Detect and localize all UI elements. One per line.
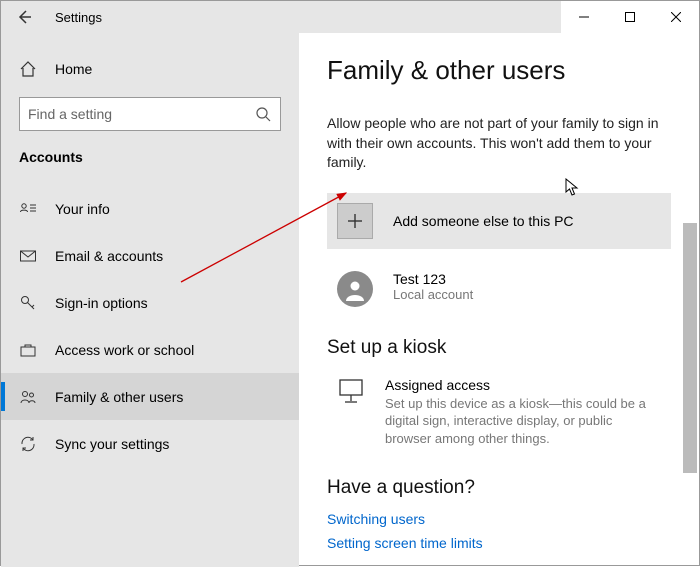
home-label: Home	[55, 61, 92, 77]
sidebar-item-your-info[interactable]: Your info	[1, 185, 299, 232]
sync-icon	[19, 435, 37, 453]
user-subtitle: Local account	[393, 287, 473, 302]
sidebar-item-label: Your info	[55, 201, 110, 217]
minimize-button[interactable]	[561, 1, 607, 33]
assigned-access-description: Set up this device as a kiosk—this could…	[385, 395, 661, 448]
mail-icon	[19, 247, 37, 265]
person-card-icon	[19, 200, 37, 218]
kiosk-monitor-icon	[337, 377, 365, 405]
sidebar-item-family-other-users[interactable]: Family & other users	[1, 373, 299, 420]
sidebar: Home Find a setting Accounts Your info E…	[1, 33, 299, 567]
maximize-button[interactable]	[607, 1, 653, 33]
assigned-access-title: Assigned access	[385, 377, 661, 393]
sidebar-item-sign-in-options[interactable]: Sign-in options	[1, 279, 299, 326]
user-name: Test 123	[393, 271, 473, 287]
sidebar-item-label: Access work or school	[55, 342, 194, 358]
home-nav[interactable]: Home	[1, 51, 299, 87]
search-input[interactable]: Find a setting	[19, 97, 281, 131]
sidebar-item-label: Family & other users	[55, 389, 183, 405]
sidebar-item-label: Sync your settings	[55, 436, 169, 452]
back-button[interactable]	[1, 1, 47, 33]
plus-icon	[337, 203, 373, 239]
sidebar-item-sync-settings[interactable]: Sync your settings	[1, 420, 299, 467]
title-bar: Settings	[1, 1, 699, 33]
briefcase-icon	[19, 341, 37, 359]
question-heading: Have a question?	[327, 477, 671, 499]
scrollbar-thumb[interactable]	[683, 223, 697, 473]
sidebar-item-label: Email & accounts	[55, 248, 163, 264]
assigned-access-item[interactable]: Assigned access Set up this device as a …	[327, 377, 671, 448]
sidebar-item-access-work-school[interactable]: Access work or school	[1, 326, 299, 373]
vertical-scrollbar[interactable]	[683, 33, 697, 565]
page-title: Family & other users	[327, 55, 671, 86]
kiosk-heading: Set up a kiosk	[327, 337, 671, 359]
search-icon	[254, 105, 272, 123]
close-button[interactable]	[653, 1, 699, 33]
key-icon	[19, 294, 37, 312]
user-account-item[interactable]: Test 123 Local account	[327, 271, 671, 307]
sidebar-item-email-accounts[interactable]: Email & accounts	[1, 232, 299, 279]
people-icon	[19, 388, 37, 406]
main-content: Family & other users Allow people who ar…	[299, 33, 699, 567]
help-link-switching-users[interactable]: Switching users	[327, 511, 671, 527]
avatar-icon	[337, 271, 373, 307]
sidebar-section-header: Accounts	[1, 149, 299, 165]
page-description: Allow people who are not part of your fa…	[327, 114, 671, 173]
add-user-button[interactable]: Add someone else to this PC	[327, 193, 671, 249]
window-title: Settings	[55, 10, 102, 25]
add-user-label: Add someone else to this PC	[393, 213, 574, 229]
help-link-screen-time[interactable]: Setting screen time limits	[327, 535, 671, 551]
sidebar-item-label: Sign-in options	[55, 295, 148, 311]
home-icon	[19, 60, 37, 78]
search-placeholder: Find a setting	[28, 106, 254, 122]
